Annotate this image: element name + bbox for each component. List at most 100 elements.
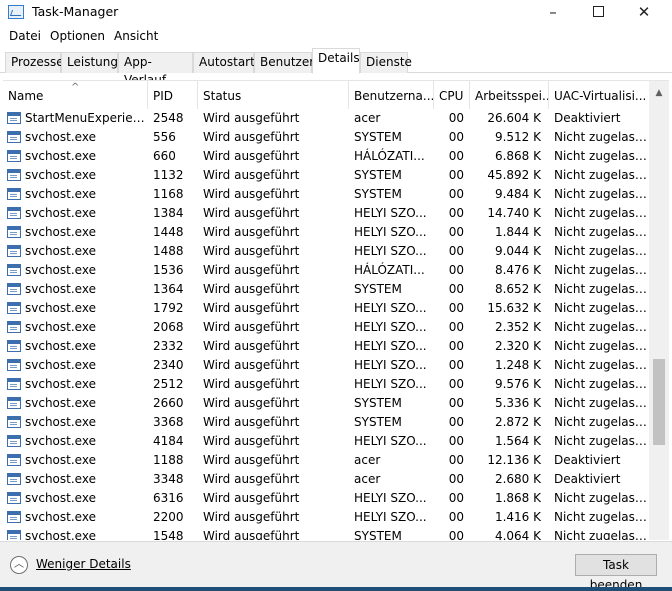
cell-cpu: 00	[448, 168, 464, 182]
cell-name: svchost.exe	[25, 491, 96, 505]
vertical-scrollbar[interactable]: ▲	[649, 81, 669, 540]
cell-pid: 4184	[153, 434, 184, 448]
table-row[interactable]: svchost.exe 1168 Wird ausgeführt SYSTEM 00 9.…	[3, 185, 649, 204]
cell-user: SYSTEM	[354, 415, 402, 429]
table-row[interactable]: svchost.exe 4184 Wird ausgeführt HELYI SZO.…	[3, 432, 649, 451]
cell-name: svchost.exe	[25, 301, 96, 315]
menu-bar: Datei Optionen Ansicht	[0, 27, 672, 47]
tab-autostart[interactable]: Autostart	[193, 52, 255, 73]
cell-memory: 9.484 K	[494, 187, 541, 201]
cell-uac: Nicht zugelass...	[554, 149, 649, 163]
fewer-details-link[interactable]: Weniger Details	[36, 557, 131, 571]
cell-uac: Nicht zugelass...	[554, 130, 649, 144]
table-row[interactable]: svchost.exe 1792 Wird ausgeführt HELYI SZO.…	[3, 299, 649, 318]
tab-strip: Prozesse Leistung App-Verlauf Autostart …	[0, 47, 672, 87]
table-row[interactable]: svchost.exe 1132 Wird ausgeführt SYSTEM 00 45…	[3, 166, 649, 185]
table-row[interactable]: svchost.exe 1364 Wird ausgeführt SYSTEM 00 8.…	[3, 280, 649, 299]
table-row[interactable]: svchost.exe 1384 Wird ausgeführt HELYI SZO.…	[3, 204, 649, 223]
cell-status: Wird ausgeführt	[203, 320, 300, 334]
table-row[interactable]: svchost.exe 660 Wird ausgeführt HÁLÓZATI...…	[3, 147, 649, 166]
cell-name: svchost.exe	[25, 282, 96, 296]
table-row[interactable]: StartMenuExperienc... 2548 Wird ausgeführt…	[3, 109, 649, 128]
cell-pid: 2340	[153, 358, 184, 372]
cell-status: Wird ausgeführt	[203, 377, 300, 391]
cell-name: svchost.exe	[25, 415, 96, 429]
column-header-memory[interactable]: Arbeitsspei...	[470, 81, 549, 109]
column-header-uac[interactable]: UAC-Virtualisi...	[549, 81, 649, 109]
chevron-up-circle-icon[interactable]: ︿	[10, 556, 28, 574]
cell-status: Wird ausgeführt	[203, 472, 300, 486]
cell-cpu: 00	[448, 206, 464, 220]
maximize-button[interactable]	[575, 0, 621, 26]
column-header-pid[interactable]: PID	[148, 81, 198, 109]
cell-cpu: 00	[448, 282, 464, 296]
cell-status: Wird ausgeführt	[203, 434, 300, 448]
table-row[interactable]: svchost.exe 2068 Wird ausgeführt HELYI SZO.…	[3, 318, 649, 337]
cell-memory: 14.740 K	[487, 206, 541, 220]
cell-name: svchost.exe	[25, 206, 96, 220]
tab-details[interactable]: Details	[312, 48, 360, 74]
table-row[interactable]: svchost.exe 1448 Wird ausgeführt HELYI SZO.…	[3, 223, 649, 242]
scrollbar-thumb[interactable]	[653, 359, 665, 445]
cell-memory: 12.136 K	[487, 453, 541, 467]
cell-cpu: 00	[448, 244, 464, 258]
column-header-name[interactable]: ^ Name	[3, 81, 148, 109]
cell-uac: Nicht zugelass...	[554, 187, 649, 201]
table-row[interactable]: svchost.exe 1188 Wird ausgeführt acer 00 12.1…	[3, 451, 649, 470]
table-row[interactable]: svchost.exe 1536 Wird ausgeführt HÁLÓZATI..…	[3, 261, 649, 280]
cell-name: svchost.exe	[25, 453, 96, 467]
minimize-button[interactable]: –	[530, 0, 576, 26]
table-row[interactable]: svchost.exe 2512 Wird ausgeführt HELYI SZO.…	[3, 375, 649, 394]
tab-dienste[interactable]: Dienste	[360, 52, 412, 73]
menu-optionen[interactable]: Optionen	[50, 29, 105, 43]
column-header-user[interactable]: Benutzerna...	[349, 81, 434, 109]
menu-datei[interactable]: Datei	[9, 29, 41, 43]
cell-pid: 1536	[153, 263, 184, 277]
table-row[interactable]: svchost.exe 1548 Wird ausgeführt SYSTEM 00 4.…	[3, 527, 649, 540]
cell-name: svchost.exe	[25, 510, 96, 524]
cell-status: Wird ausgeführt	[203, 339, 300, 353]
cell-user: HÁLÓZATI...	[354, 263, 425, 277]
cell-pid: 2512	[153, 377, 184, 391]
cell-uac: Nicht zugelass...	[554, 396, 649, 410]
cell-cpu: 00	[448, 472, 464, 486]
cell-pid: 1384	[153, 206, 184, 220]
cell-cpu: 00	[448, 453, 464, 467]
cell-memory: 26.604 K	[487, 111, 541, 125]
table-row[interactable]: svchost.exe 1488 Wird ausgeführt HELYI SZO.…	[3, 242, 649, 261]
table-row[interactable]: svchost.exe 2332 Wird ausgeführt HELYI SZO.…	[3, 337, 649, 356]
table-row[interactable]: svchost.exe 2340 Wird ausgeführt HELYI SZO.…	[3, 356, 649, 375]
scroll-up-icon[interactable]: ▲	[649, 85, 669, 101]
column-header-status[interactable]: Status	[198, 81, 349, 109]
cell-status: Wird ausgeführt	[203, 111, 300, 125]
cell-name: svchost.exe	[25, 263, 96, 277]
cell-pid: 1168	[153, 187, 184, 201]
end-task-button[interactable]: Task beenden	[575, 554, 657, 591]
tab-leistung[interactable]: Leistung	[61, 52, 118, 73]
cell-pid: 2660	[153, 396, 184, 410]
cell-cpu: 00	[448, 415, 464, 429]
cell-cpu: 00	[448, 301, 464, 315]
table-row[interactable]: svchost.exe 3368 Wird ausgeführt SYSTEM 00 2.…	[3, 413, 649, 432]
tab-prozesse[interactable]: Prozesse	[5, 52, 64, 73]
cell-memory: 4.064 K	[494, 529, 541, 540]
table-row[interactable]: svchost.exe 2200 Wird ausgeführt HELYI SZO.…	[3, 508, 649, 527]
cell-pid: 3368	[153, 415, 184, 429]
cell-uac: Nicht zugelass...	[554, 282, 649, 296]
cell-name: svchost.exe	[25, 168, 96, 182]
menu-ansicht[interactable]: Ansicht	[114, 29, 158, 43]
table-row[interactable]: svchost.exe 6316 Wird ausgeführt HELYI SZO.…	[3, 489, 649, 508]
cell-cpu: 00	[448, 263, 464, 277]
table-row[interactable]: svchost.exe 556 Wird ausgeführt SYSTEM 00 9.5…	[3, 128, 649, 147]
cell-pid: 1188	[153, 453, 184, 467]
cell-status: Wird ausgeführt	[203, 529, 300, 540]
cell-user: SYSTEM	[354, 130, 402, 144]
close-button[interactable]: ✕	[621, 0, 667, 26]
cell-memory: 2.352 K	[494, 320, 541, 334]
column-header-cpu[interactable]: CPU	[434, 81, 470, 109]
tab-benutzer[interactable]: Benutzer	[254, 52, 314, 73]
tab-app-verlauf[interactable]: App-Verlauf	[118, 52, 193, 87]
table-row[interactable]: svchost.exe 3348 Wird ausgeführt acer 00 2.68…	[3, 470, 649, 489]
window-bottom-edge	[0, 587, 672, 591]
table-row[interactable]: svchost.exe 2660 Wird ausgeführt SYSTEM 00 5.…	[3, 394, 649, 413]
